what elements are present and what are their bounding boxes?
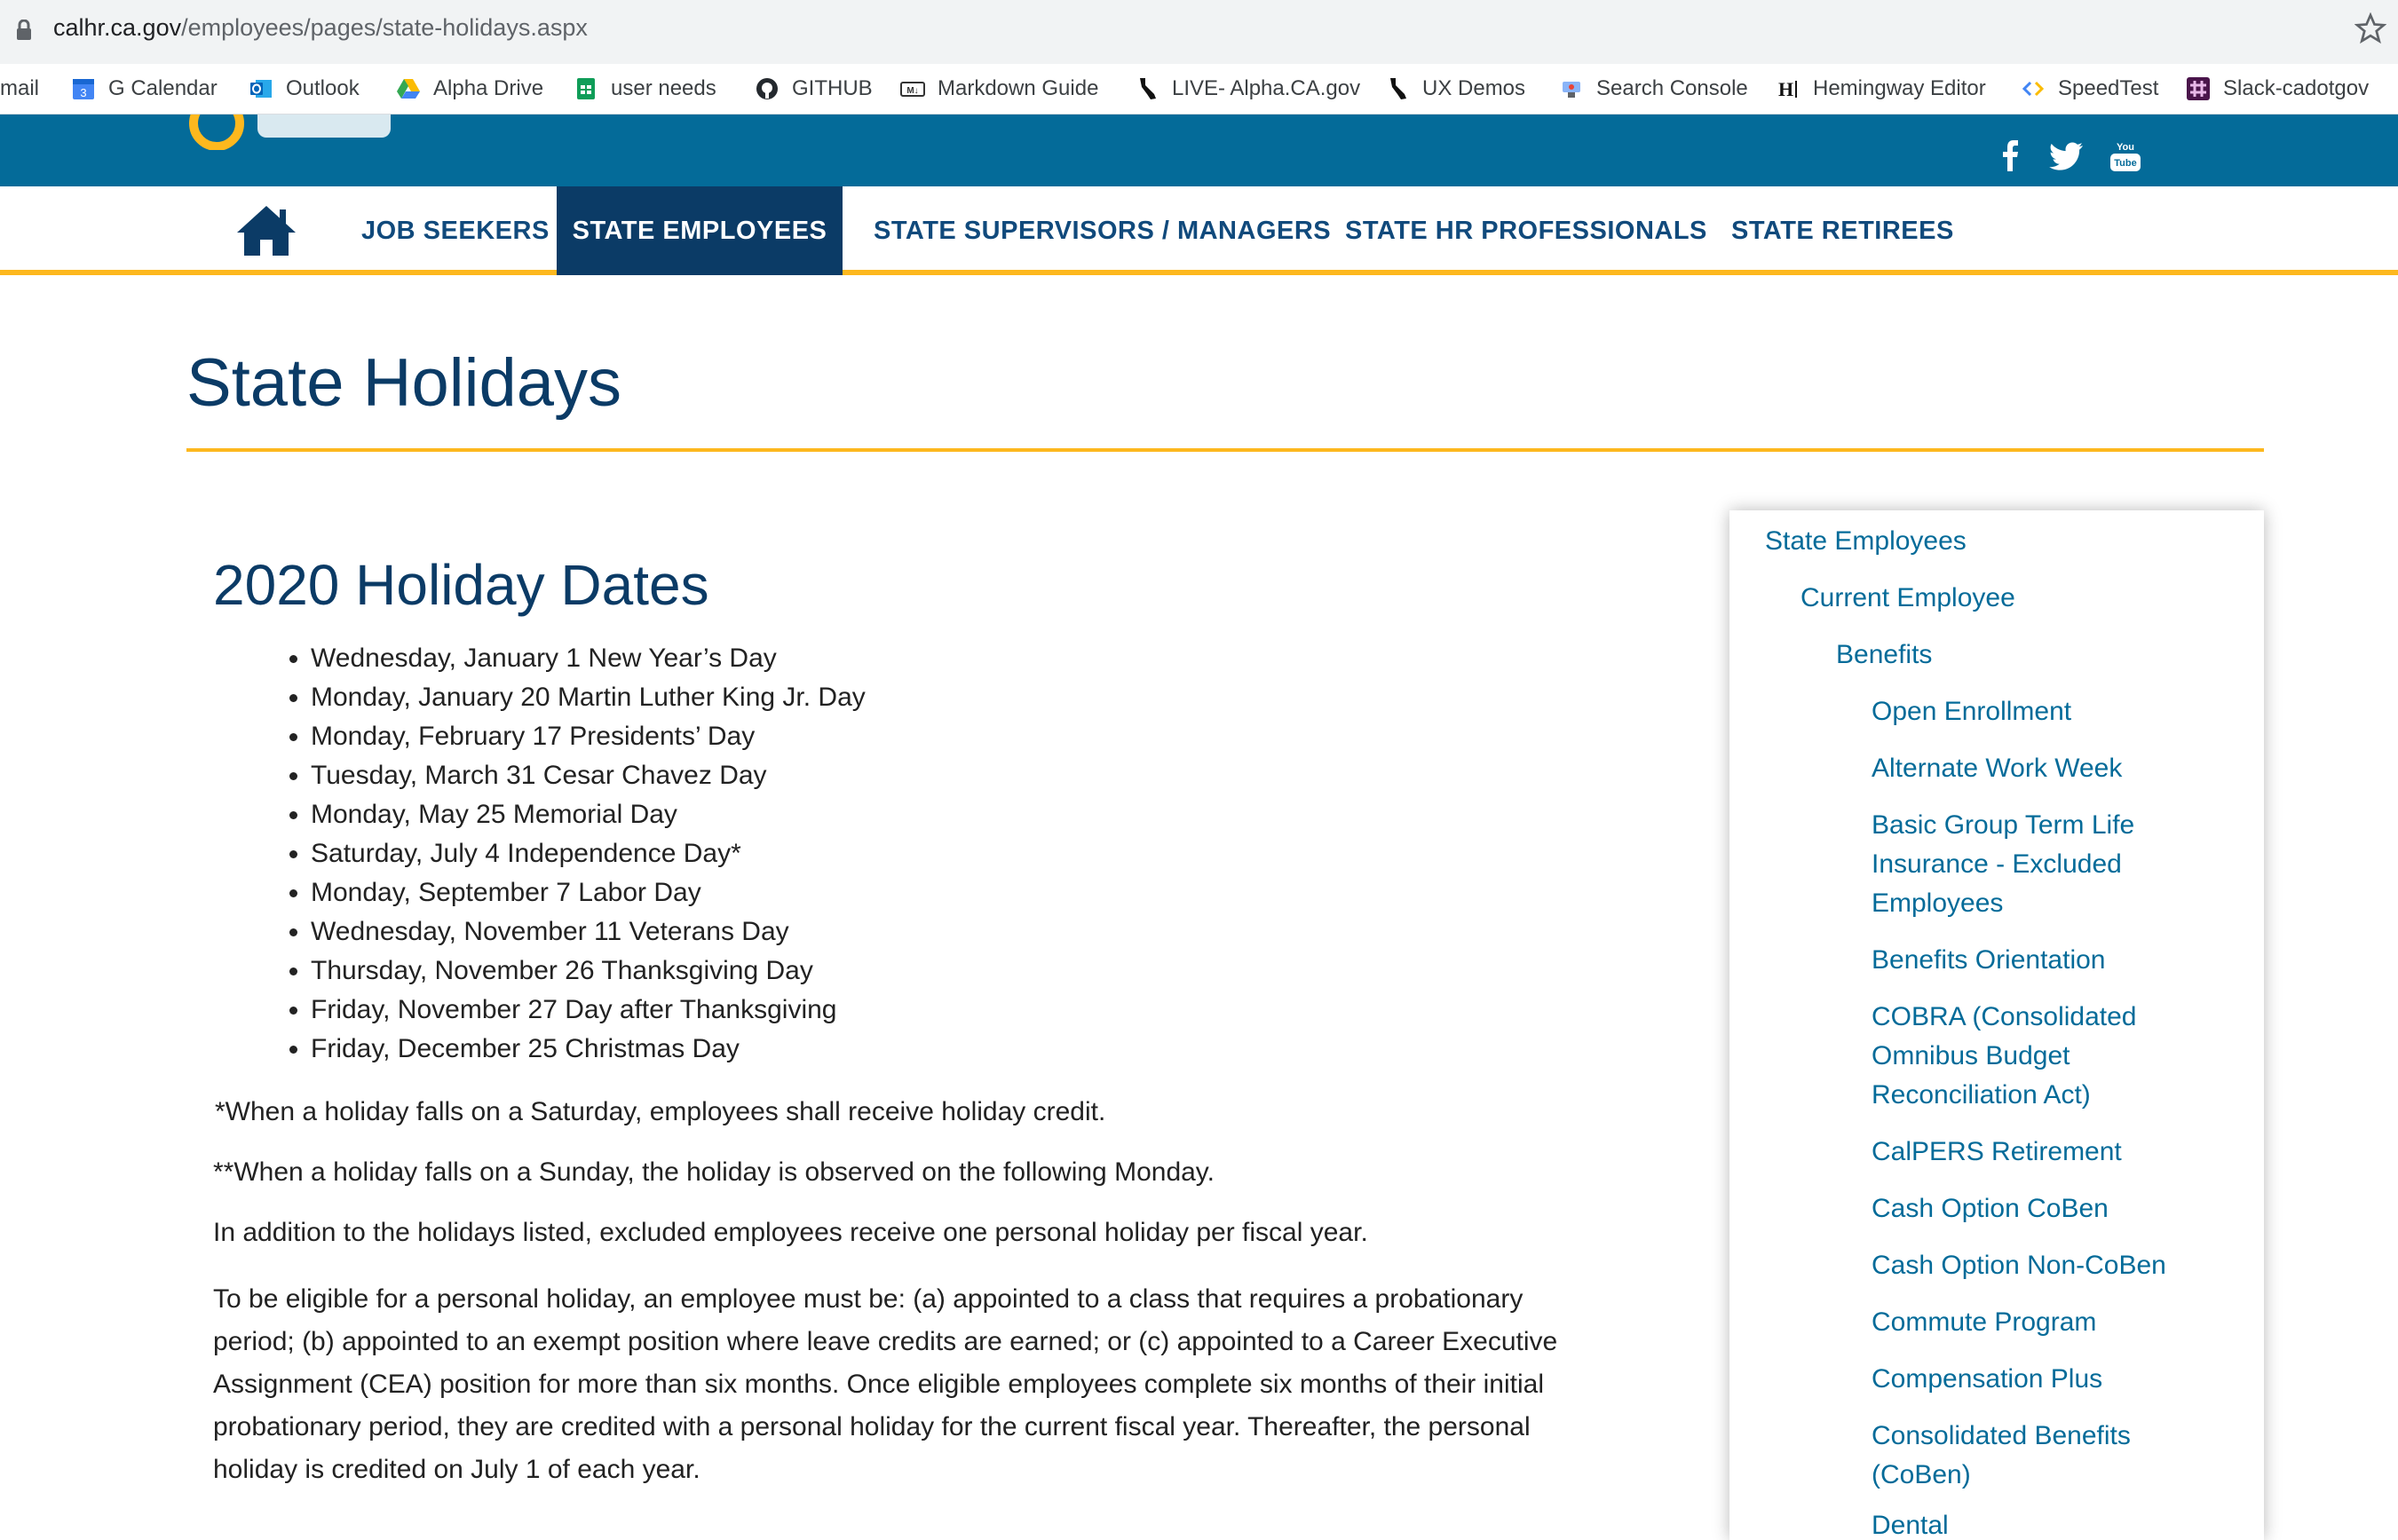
bookmark-slack[interactable]: Slack-cadotgov bbox=[2186, 73, 2369, 105]
title-divider bbox=[186, 448, 2264, 452]
sidebar-item-open-enrollment[interactable]: Open Enrollment bbox=[1872, 692, 2227, 731]
svg-text:You: You bbox=[2117, 142, 2134, 153]
svg-text:H: H bbox=[1778, 78, 1793, 100]
bookmark-user-needs[interactable]: user needs bbox=[574, 73, 716, 105]
bookmark-label: GITHUB bbox=[792, 76, 873, 100]
github-icon bbox=[756, 78, 778, 99]
list-item: Thursday, November 26 Thanksgiving Day bbox=[311, 952, 866, 991]
main-nav: JOB SEEKERS STATE EMPLOYEES STATE SUPERV… bbox=[0, 186, 2398, 275]
list-item: Friday, December 25 Christmas Day bbox=[311, 1030, 866, 1069]
bookmark-github[interactable]: GITHUB bbox=[755, 73, 873, 105]
sidebar-nav: State Employees Current Employee Benefit… bbox=[1729, 510, 2264, 1540]
nav-state-supervisors-managers[interactable]: STATE SUPERVISORS / MANAGERS bbox=[843, 186, 1361, 275]
bookmark-search-console[interactable]: Search Console bbox=[1559, 73, 1748, 105]
sidebar-item-dental[interactable]: Dental bbox=[1872, 1506, 2227, 1540]
nav-state-employees[interactable]: STATE EMPLOYEES bbox=[557, 186, 843, 275]
sidebar-item-calpers-retirement[interactable]: CalPERS Retirement bbox=[1872, 1133, 2227, 1172]
lock-icon bbox=[17, 20, 31, 40]
list-item: Monday, January 20 Martin Luther King Jr… bbox=[311, 678, 866, 717]
bookmark-label: Outlook bbox=[286, 76, 360, 100]
sidebar-item-compensation-plus[interactable]: Compensation Plus bbox=[1872, 1360, 2227, 1399]
sidebar-item-benefits-orientation[interactable]: Benefits Orientation bbox=[1872, 941, 2227, 980]
sidebar-item-cobra[interactable]: COBRA (Consolidated Omnibus Budget Recon… bbox=[1872, 998, 2165, 1115]
hemingway-icon: H bbox=[1778, 78, 1797, 100]
bookmark-live-alpha[interactable]: LIVE- Alpha.CA.gov bbox=[1135, 73, 1360, 105]
sidebar-item-cash-option-non-coben[interactable]: Cash Option Non-CoBen bbox=[1872, 1246, 2244, 1285]
bookmark-label: SpeedTest bbox=[2058, 76, 2159, 100]
section-title: 2020 Holiday Dates bbox=[213, 553, 709, 617]
bookmark-outlook[interactable]: Outlook bbox=[249, 73, 360, 105]
personal-holiday-text: In addition to the holidays listed, excl… bbox=[213, 1218, 1368, 1247]
holiday-list: Wednesday, January 1 New Year’s Day Mond… bbox=[266, 639, 866, 1069]
search-console-icon bbox=[1563, 82, 1580, 98]
list-item: Wednesday, November 11 Veterans Day bbox=[311, 912, 866, 952]
bookmark-alpha-drive[interactable]: Alpha Drive bbox=[396, 73, 543, 105]
nav-state-retirees[interactable]: STATE RETIREES bbox=[1701, 186, 1984, 275]
bookmark-label: UX Demos bbox=[1422, 76, 1526, 100]
sheets-icon bbox=[577, 78, 595, 99]
bookmark-label: G Calendar bbox=[108, 76, 218, 100]
drive-icon bbox=[397, 79, 420, 99]
bookmark-hemingway[interactable]: H Hemingway Editor bbox=[1776, 73, 1986, 105]
twitter-icon[interactable] bbox=[2049, 138, 2085, 173]
bookmark-star-icon[interactable] bbox=[2354, 12, 2386, 44]
page-title: State Holidays bbox=[186, 345, 622, 421]
bookmark-label: Alpha Drive bbox=[433, 76, 544, 100]
bookmarks-bar: mail 3 G Calendar Outlook Alpha Drive us… bbox=[0, 64, 2398, 115]
site-header: You Tube bbox=[0, 115, 2398, 186]
sunday-note: **When a holiday falls on a Sunday, the … bbox=[213, 1157, 1215, 1187]
california-icon bbox=[1140, 78, 1156, 99]
nav-job-seekers[interactable]: JOB SEEKERS bbox=[331, 186, 580, 275]
nav-state-hr-professionals[interactable]: STATE HR PROFESSIONALS bbox=[1315, 186, 1737, 275]
list-item: Tuesday, March 31 Cesar Chavez Day bbox=[311, 756, 866, 795]
svg-text:Tube: Tube bbox=[2114, 158, 2136, 169]
calendar-icon: 3 bbox=[73, 79, 94, 99]
sidebar-item-alternate-work-week[interactable]: Alternate Work Week bbox=[1872, 749, 2227, 788]
list-item: Saturday, July 4 Independence Day* bbox=[311, 834, 866, 873]
sidebar-item-basic-group-term-life[interactable]: Basic Group Term Life Insurance - Exclud… bbox=[1872, 806, 2173, 923]
youtube-icon[interactable]: You Tube bbox=[2108, 138, 2143, 173]
bookmark-label: Markdown Guide bbox=[938, 76, 1099, 100]
speedtest-icon bbox=[2022, 81, 2045, 97]
address-bar[interactable]: calhr.ca.gov/employees/pages/state-holid… bbox=[0, 0, 2398, 64]
sidebar-item-current-employee[interactable]: Current Employee bbox=[1800, 579, 2015, 618]
bookmark-label: LIVE- Alpha.CA.gov bbox=[1172, 76, 1361, 100]
bookmark-label: Search Console bbox=[1596, 76, 1748, 100]
svg-text:3: 3 bbox=[80, 86, 86, 99]
bookmark-label: Slack-cadotgov bbox=[2223, 76, 2370, 100]
url-text[interactable]: calhr.ca.gov/employees/pages/state-holid… bbox=[53, 14, 588, 42]
markdown-icon: M↓ bbox=[900, 82, 925, 97]
sidebar-item-commute-program[interactable]: Commute Program bbox=[1872, 1303, 2227, 1342]
sidebar-item-cash-option-coben[interactable]: Cash Option CoBen bbox=[1872, 1189, 2227, 1228]
sidebar-item-benefits[interactable]: Benefits bbox=[1836, 636, 1932, 675]
bookmark-label: mail bbox=[0, 76, 40, 100]
list-item: Wednesday, January 1 New Year’s Day bbox=[311, 639, 866, 678]
california-icon bbox=[1390, 78, 1406, 99]
eligibility-text: To be eligible for a personal holiday, a… bbox=[213, 1284, 1558, 1484]
bookmark-gmail[interactable]: mail bbox=[0, 73, 39, 105]
list-item: Monday, February 17 Presidents’ Day bbox=[311, 717, 866, 756]
outlook-icon bbox=[250, 80, 272, 98]
sidebar-item-consolidated-benefits[interactable]: Consolidated Benefits (CoBen) bbox=[1872, 1417, 2165, 1495]
svg-text:M↓: M↓ bbox=[906, 86, 918, 96]
bookmark-markdown-guide[interactable]: M↓ Markdown Guide bbox=[900, 73, 1098, 105]
list-item: Monday, September 7 Labor Day bbox=[311, 873, 866, 912]
slack-icon bbox=[2187, 77, 2210, 100]
facebook-icon[interactable] bbox=[1993, 138, 2029, 173]
bookmark-g-calendar[interactable]: 3 G Calendar bbox=[71, 73, 218, 105]
calhr-logo[interactable] bbox=[186, 115, 400, 150]
home-icon[interactable] bbox=[235, 204, 297, 257]
saturday-note: *When a holiday falls on a Saturday, emp… bbox=[215, 1097, 1106, 1126]
bookmark-label: Hemingway Editor bbox=[1813, 76, 1986, 100]
list-item: Friday, November 27 Day after Thanksgivi… bbox=[311, 991, 866, 1030]
bookmark-label: user needs bbox=[611, 76, 716, 100]
bookmark-speedtest[interactable]: SpeedTest bbox=[2021, 73, 2158, 105]
sidebar-item-state-employees[interactable]: State Employees bbox=[1765, 522, 1967, 561]
bookmark-ux-demos[interactable]: UX Demos bbox=[1385, 73, 1525, 105]
list-item: Monday, May 25 Memorial Day bbox=[311, 795, 866, 834]
